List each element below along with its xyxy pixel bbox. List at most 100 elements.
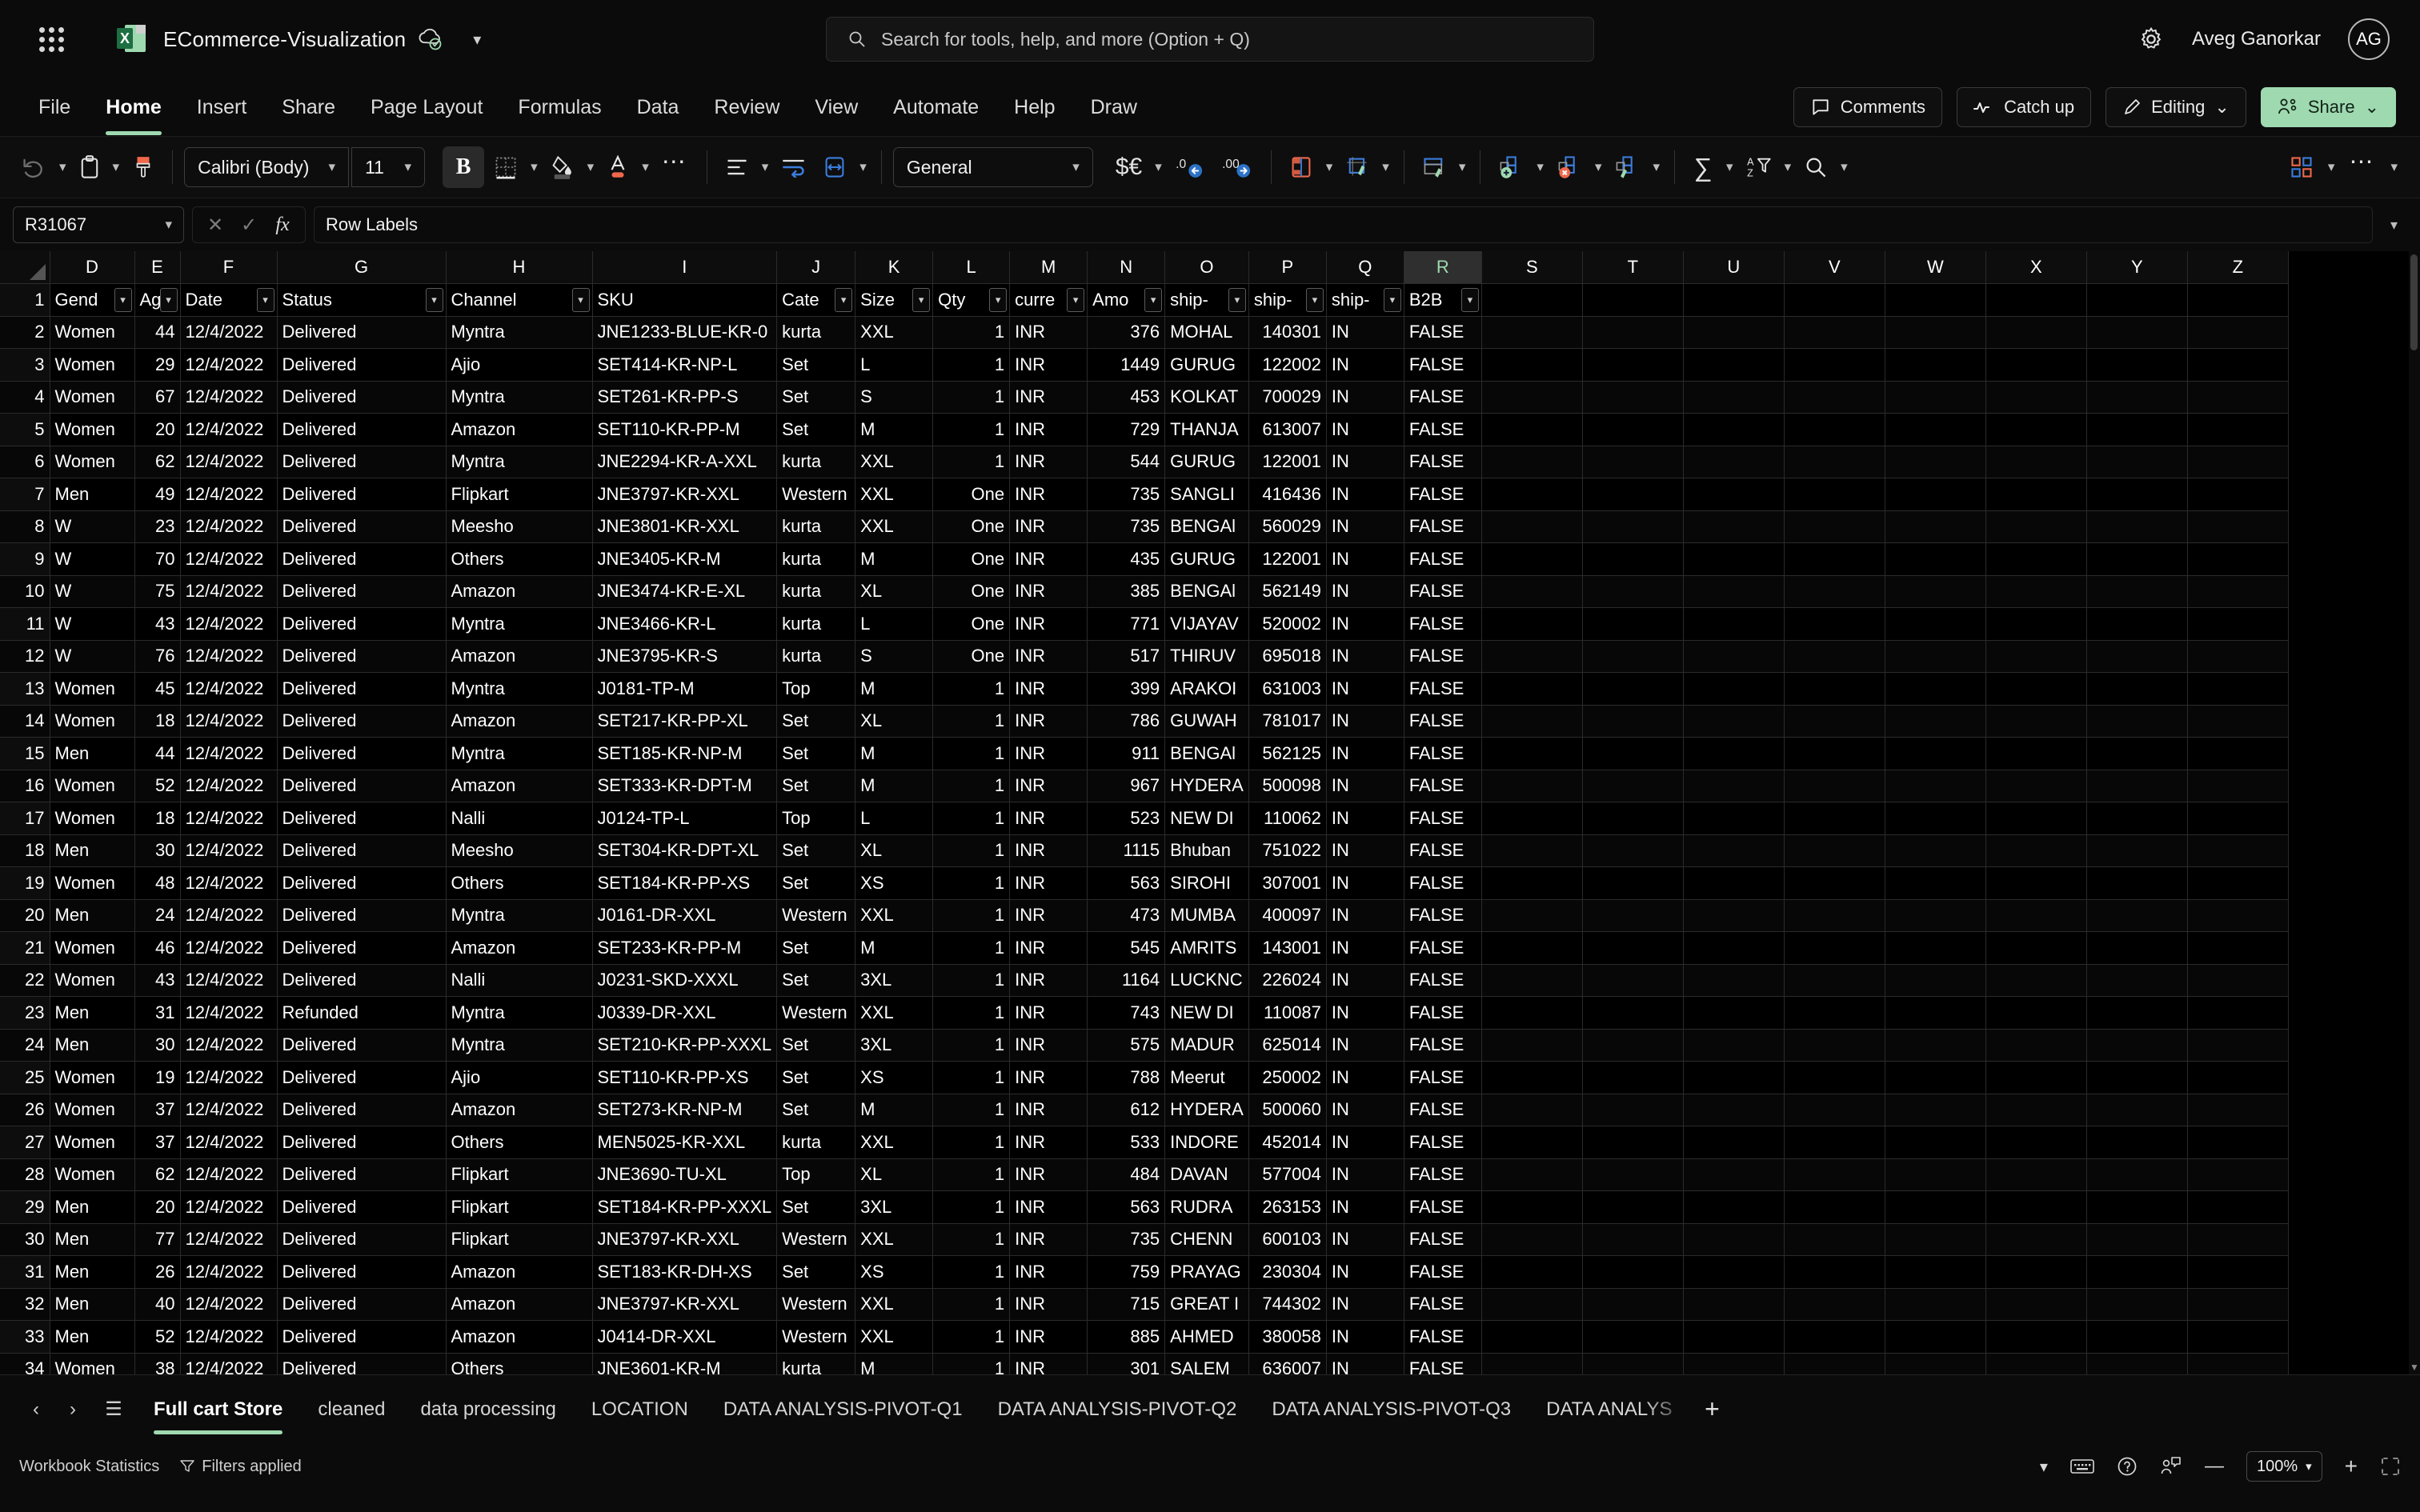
cell-l12[interactable]: One xyxy=(932,640,1011,673)
cell-f26[interactable]: 12/4/2022 xyxy=(180,1094,278,1126)
cell-z27[interactable] xyxy=(2187,1126,2289,1159)
cell-f16[interactable]: 12/4/2022 xyxy=(180,770,278,802)
cell-f23[interactable]: 12/4/2022 xyxy=(180,996,278,1030)
cell-m10[interactable]: INR xyxy=(1009,575,1088,608)
cell-p33[interactable]: 380058 xyxy=(1248,1320,1327,1354)
header-cell-s[interactable] xyxy=(1481,283,1583,317)
filter-dropdown-icon[interactable]: ▾ xyxy=(989,287,1008,312)
cell-p11[interactable]: 520002 xyxy=(1248,607,1327,641)
cell-y13[interactable] xyxy=(2086,672,2188,706)
row-header[interactable]: 11 xyxy=(0,607,50,641)
cell-y24[interactable] xyxy=(2086,1029,2188,1062)
undo-icon[interactable] xyxy=(14,147,53,187)
row-header[interactable]: 33 xyxy=(0,1320,50,1354)
cell-r22[interactable]: FALSE xyxy=(1404,964,1482,997)
cell-t14[interactable] xyxy=(1582,705,1684,738)
filters-applied-status[interactable]: Filters applied xyxy=(180,1458,302,1476)
cell-s22[interactable] xyxy=(1481,964,1583,997)
cell-z26[interactable] xyxy=(2187,1094,2289,1126)
cell-x13[interactable] xyxy=(1985,672,2087,706)
cell-p5[interactable]: 613007 xyxy=(1248,413,1327,446)
cell-z20[interactable] xyxy=(2187,899,2289,932)
cell-u29[interactable] xyxy=(1683,1190,1785,1224)
cell-g24[interactable]: Delivered xyxy=(277,1029,447,1062)
cell-g22[interactable]: Delivered xyxy=(277,964,447,997)
cell-w5[interactable] xyxy=(1885,413,1986,446)
cell-r24[interactable]: FALSE xyxy=(1404,1029,1482,1062)
cell-t28[interactable] xyxy=(1582,1158,1684,1191)
row-header[interactable]: 7 xyxy=(0,478,50,511)
tab-page-layout[interactable]: Page Layout xyxy=(353,90,500,126)
cell-x25[interactable] xyxy=(1985,1061,2087,1094)
cell-n31[interactable]: 759 xyxy=(1087,1255,1166,1289)
cell-p26[interactable]: 500060 xyxy=(1248,1094,1327,1126)
cell-m17[interactable]: INR xyxy=(1009,802,1088,835)
sheet-tab-pivot-q4[interactable]: DATA ANALYS xyxy=(1529,1375,1689,1444)
cell-x34[interactable] xyxy=(1985,1353,2087,1374)
cell-x16[interactable] xyxy=(1985,770,2087,802)
cell-f22[interactable]: 12/4/2022 xyxy=(180,964,278,997)
cell-j32[interactable]: Western xyxy=(776,1288,856,1321)
row-header[interactable]: 25 xyxy=(0,1061,50,1094)
cell-s19[interactable] xyxy=(1481,866,1583,900)
row-header[interactable]: 12 xyxy=(0,640,50,673)
cell-o16[interactable]: HYDERA xyxy=(1164,770,1249,802)
cell-w30[interactable] xyxy=(1885,1223,1986,1256)
cell-p28[interactable]: 577004 xyxy=(1248,1158,1327,1191)
cell-x24[interactable] xyxy=(1985,1029,2087,1062)
cell-g21[interactable]: Delivered xyxy=(277,931,447,965)
tab-review[interactable]: Review xyxy=(696,90,797,126)
cell-u32[interactable] xyxy=(1683,1288,1785,1321)
cell-d3[interactable]: Women xyxy=(50,348,135,382)
cell-v13[interactable] xyxy=(1784,672,1885,706)
header-cell-r[interactable]: B2B ▾ xyxy=(1404,283,1482,317)
cell-w2[interactable] xyxy=(1885,316,1986,349)
cell-q26[interactable]: IN xyxy=(1326,1094,1404,1126)
table-row[interactable]: 26 Women 37 12/4/2022 Delivered Amazon SET273-… xyxy=(0,1094,2289,1126)
cell-r10[interactable]: FALSE xyxy=(1404,575,1482,608)
cell-q34[interactable]: IN xyxy=(1326,1353,1404,1374)
cell-y22[interactable] xyxy=(2086,964,2188,997)
cell-t12[interactable] xyxy=(1582,640,1684,673)
cell-p9[interactable]: 122001 xyxy=(1248,542,1327,576)
cell-o28[interactable]: DAVAN xyxy=(1164,1158,1249,1191)
cell-t2[interactable] xyxy=(1582,316,1684,349)
cell-l33[interactable]: 1 xyxy=(932,1320,1011,1354)
cell-j22[interactable]: Set xyxy=(776,964,856,997)
cell-i29[interactable]: SET184-KR-PP-XXXL xyxy=(592,1190,778,1224)
cell-l6[interactable]: 1 xyxy=(932,446,1011,478)
cell-x31[interactable] xyxy=(1985,1255,2087,1289)
cell-k28[interactable]: XL xyxy=(855,1158,934,1191)
table-row[interactable]: 9 W 70 12/4/2022 Delivered Others JNE3405-KR-M… xyxy=(0,542,2289,576)
cell-k2[interactable]: XXL xyxy=(855,316,934,349)
cell-d18[interactable]: Men xyxy=(50,834,135,867)
cell-p20[interactable]: 400097 xyxy=(1248,899,1327,932)
currency-chevron-down-icon[interactable]: ▾ xyxy=(1152,159,1165,175)
column-header-z[interactable]: Z xyxy=(2187,251,2289,284)
cell-m22[interactable]: INR xyxy=(1009,964,1088,997)
cell-j13[interactable]: Top xyxy=(776,672,856,706)
cell-d10[interactable]: W xyxy=(50,575,135,608)
table-row[interactable]: 31 Men 26 12/4/2022 Delivered Amazon SET183-KR… xyxy=(0,1255,2289,1289)
cell-u3[interactable] xyxy=(1683,348,1785,382)
cell-m13[interactable]: INR xyxy=(1009,672,1088,706)
cell-n25[interactable]: 788 xyxy=(1087,1061,1166,1094)
table-row[interactable]: 29 Men 20 12/4/2022 Delivered Flipkart SET184-… xyxy=(0,1190,2289,1224)
header-cell-o[interactable]: ship- ▾ xyxy=(1164,283,1249,317)
cell-u24[interactable] xyxy=(1683,1029,1785,1062)
cell-f7[interactable]: 12/4/2022 xyxy=(180,478,278,511)
cell-z19[interactable] xyxy=(2187,866,2289,900)
table-row[interactable]: 24 Men 30 12/4/2022 Delivered Myntra SET210-KR… xyxy=(0,1029,2289,1062)
cell-z14[interactable] xyxy=(2187,705,2289,738)
cell-e15[interactable]: 44 xyxy=(134,737,181,770)
cell-h2[interactable]: Myntra xyxy=(446,316,593,349)
close-icon[interactable]: ✕ xyxy=(204,214,226,237)
cell-e32[interactable]: 40 xyxy=(134,1288,181,1321)
cell-j5[interactable]: Set xyxy=(776,413,856,446)
cell-h31[interactable]: Amazon xyxy=(446,1255,593,1289)
cell-i24[interactable]: SET210-KR-PP-XXXL xyxy=(592,1029,778,1062)
cell-t13[interactable] xyxy=(1582,672,1684,706)
cell-w9[interactable] xyxy=(1885,542,1986,576)
cell-i19[interactable]: SET184-KR-PP-XS xyxy=(592,866,778,900)
cell-s9[interactable] xyxy=(1481,542,1583,576)
